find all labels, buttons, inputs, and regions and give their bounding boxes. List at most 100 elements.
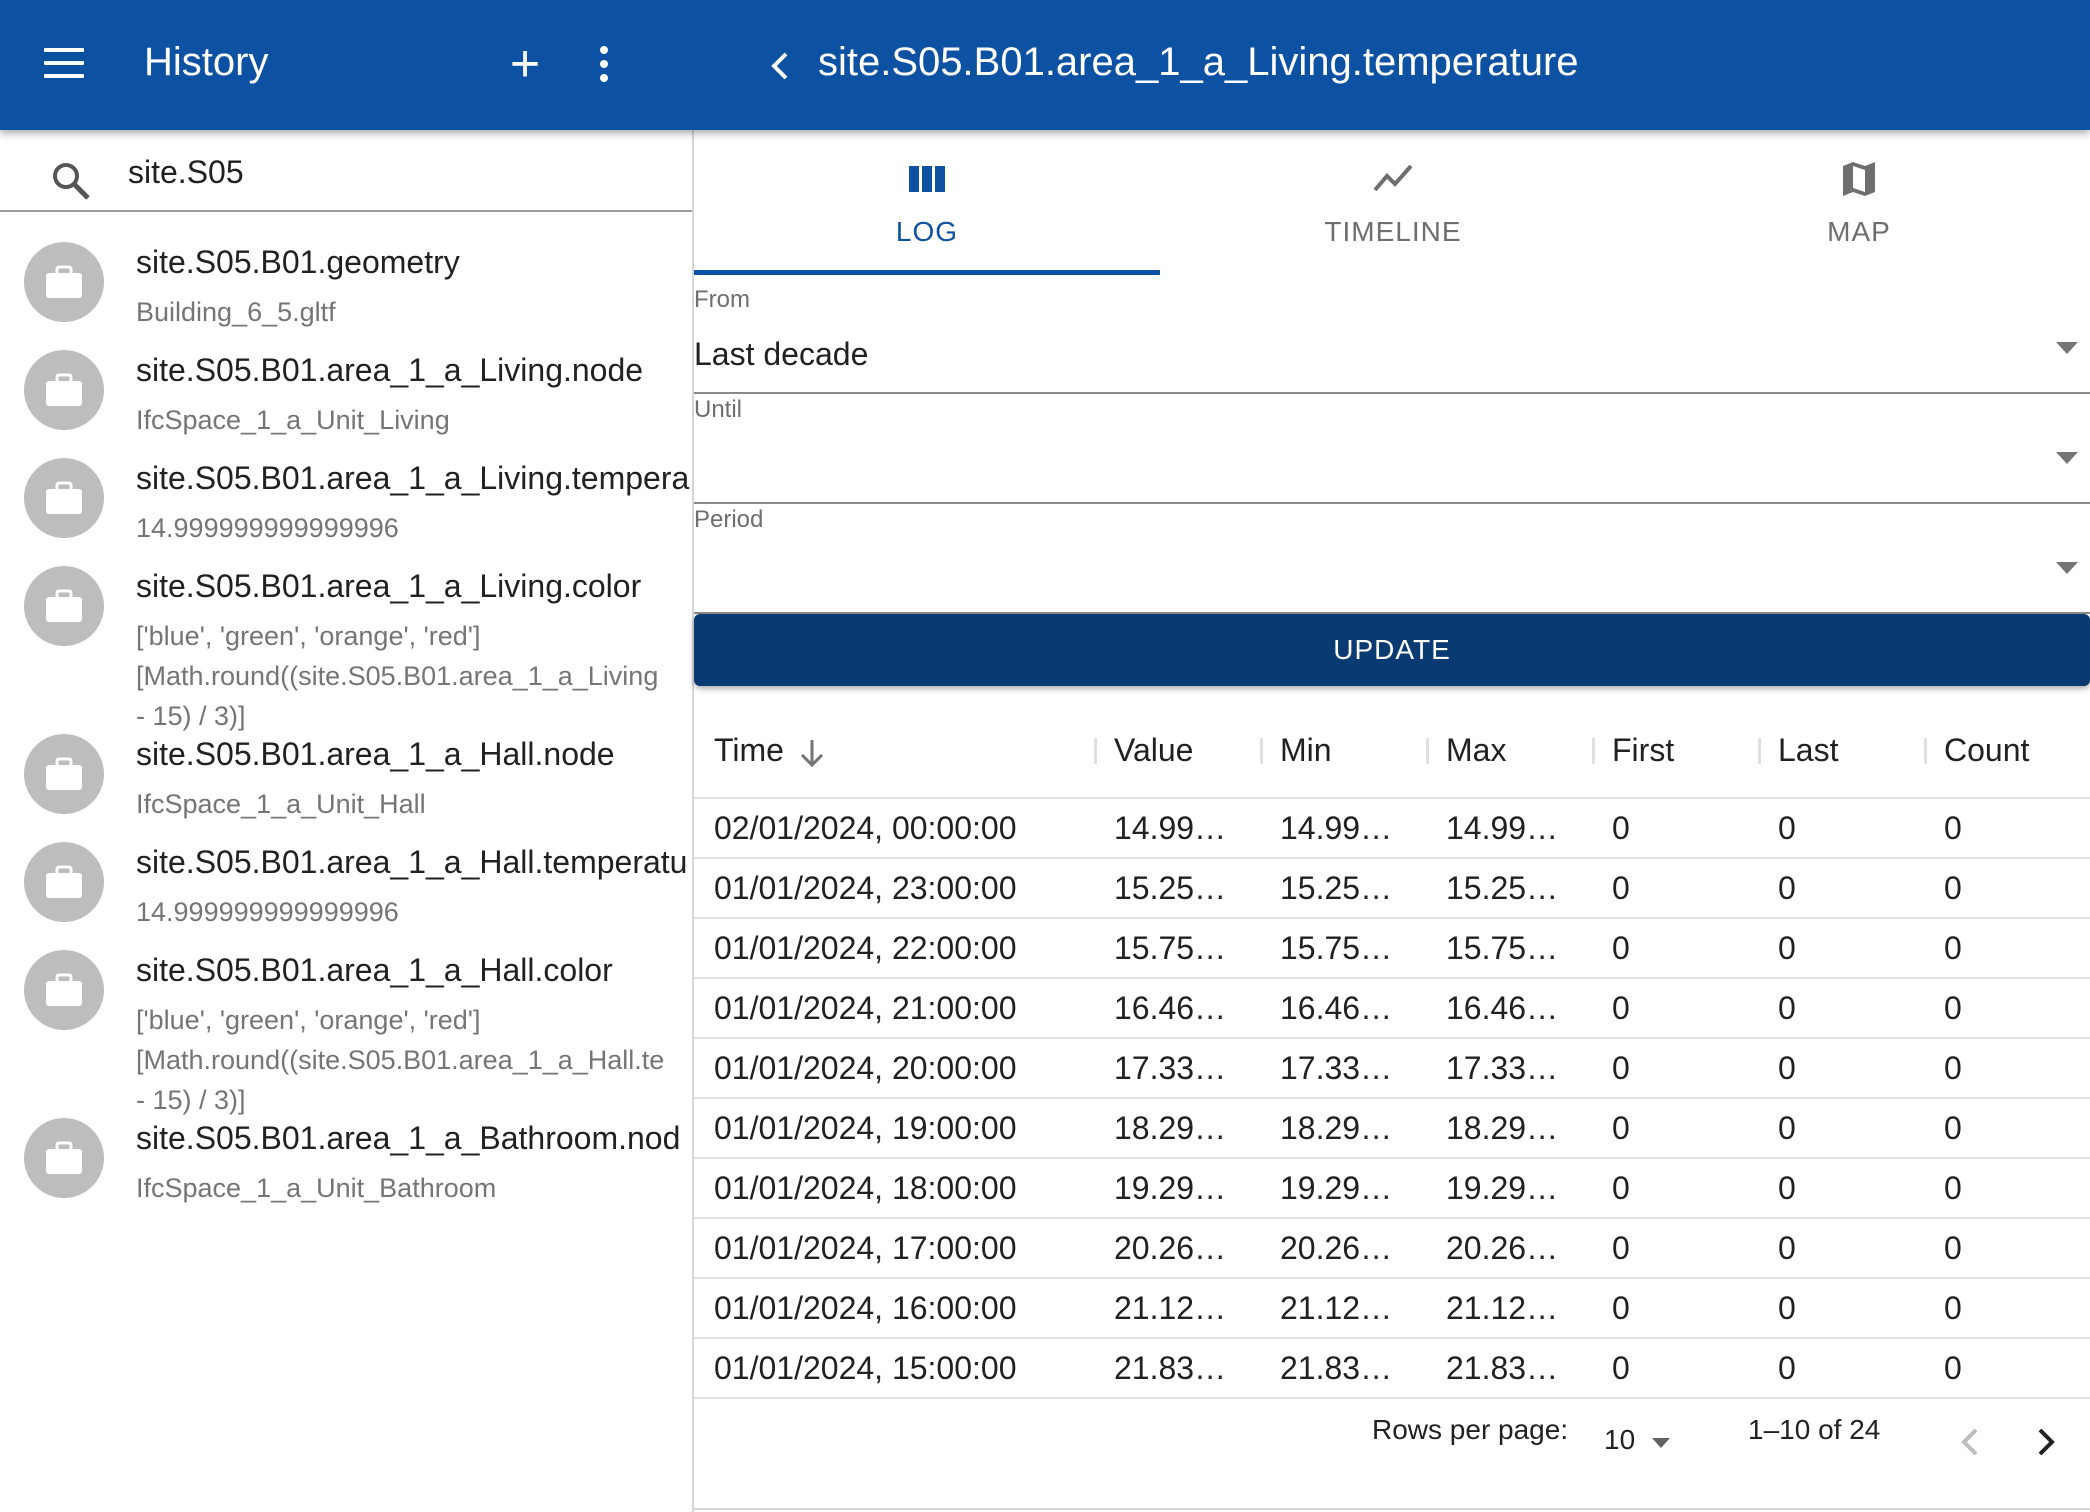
table-row[interactable]: 01/01/2024, 20:00:00 17.33… 17.33… 17.33… 0 0… <box>694 1038 2090 1099</box>
table-cell: 20.26… <box>1426 1218 1592 1279</box>
list-item-subtitle: IfcSpace_1_a_Unit_Bathroom <box>136 1173 497 1203</box>
table-cell: 01/01/2024, 22:00:00 <box>694 918 1094 979</box>
menu-icon[interactable] <box>44 48 84 80</box>
table-row[interactable]: 01/01/2024, 23:00:00 15.25… 15.25… 15.25… 0 0… <box>694 858 2090 919</box>
dropdown-arrow-icon[interactable] <box>1652 1438 1670 1448</box>
column-header-time[interactable]: Time <box>694 704 1094 799</box>
tab-log[interactable]: LOG <box>694 130 1160 276</box>
more-vert-icon[interactable] <box>592 46 616 86</box>
table-cell: 0 <box>1758 1098 1924 1159</box>
column-header-label: Time <box>714 732 784 768</box>
list-item-title: site.S05.B01.area_1_a_Living.node <box>136 352 644 388</box>
table-cell: 14.99… <box>1094 798 1260 859</box>
table-row[interactable]: 01/01/2024, 15:00:00 21.83… 21.83… 21.83… 0 0… <box>694 1338 2090 1399</box>
table-cell: 01/01/2024, 21:00:00 <box>694 978 1094 1039</box>
tab-map[interactable]: MAP <box>1626 130 2090 276</box>
list-item-subtitle: IfcSpace_1_a_Unit_Hall <box>136 789 426 819</box>
column-header-first[interactable]: First <box>1592 704 1758 799</box>
table-cell: 0 <box>1924 1338 2090 1399</box>
table-cell: 21.83… <box>1426 1338 1592 1399</box>
table-row[interactable]: 01/01/2024, 22:00:00 15.75… 15.75… 15.75… 0 0… <box>694 918 2090 979</box>
rows-per-page-select[interactable]: 10 <box>1604 1424 1635 1456</box>
column-separator[interactable] <box>1426 738 1429 764</box>
column-header-max[interactable]: Max <box>1426 704 1592 799</box>
table-cell: 01/01/2024, 23:00:00 <box>694 858 1094 919</box>
list-item-subtitle: Building_6_5.gltf <box>136 297 336 327</box>
table-cell: 19.29… <box>1426 1158 1592 1219</box>
table-cell: 0 <box>1592 1278 1758 1339</box>
table-cell: 19.29… <box>1094 1158 1260 1219</box>
table-cell: 18.29… <box>1426 1098 1592 1159</box>
table-cell: 0 <box>1592 1158 1758 1219</box>
column-header-min[interactable]: Min <box>1260 704 1426 799</box>
pagination-range: 1–10 of 24 <box>1748 1414 1881 1445</box>
table-cell: 0 <box>1924 978 2090 1039</box>
table-row[interactable]: 01/01/2024, 19:00:00 18.29… 18.29… 18.29… 0 0… <box>694 1098 2090 1159</box>
from-value: Last decade <box>694 336 869 372</box>
column-header-label: Last <box>1778 732 1839 768</box>
from-select[interactable]: From Last decade <box>694 284 2090 394</box>
chevron-right-icon[interactable] <box>2028 1422 2064 1462</box>
table-cell: 21.12… <box>1094 1278 1260 1339</box>
list-item-subtitle: 14.999999999999996 <box>136 513 399 543</box>
table-cell: 15.25… <box>1260 858 1426 919</box>
table-cell: 0 <box>1592 1098 1758 1159</box>
table-row[interactable]: 01/01/2024, 17:00:00 20.26… 20.26… 20.26… 0 0… <box>694 1218 2090 1279</box>
column-header-last[interactable]: Last <box>1758 704 1924 799</box>
tab-timeline[interactable]: TIMELINE <box>1160 130 1626 276</box>
table-row[interactable]: 02/01/2024, 00:00:00 14.99… 14.99… 14.99… 0 0… <box>694 798 2090 859</box>
table-cell: 0 <box>1758 918 1924 979</box>
table-cell: 0 <box>1592 978 1758 1039</box>
search-input[interactable] <box>128 150 668 194</box>
column-separator[interactable] <box>1592 738 1595 764</box>
table-cell: 0 <box>1924 1098 2090 1159</box>
column-header-label: Max <box>1446 732 1507 768</box>
list-item[interactable]: site.S05.B01.area_1_a_Hall.color ['blue'… <box>0 938 692 1115</box>
table-row[interactable]: 01/01/2024, 21:00:00 16.46… 16.46… 16.46… 0 0… <box>694 978 2090 1039</box>
history-detail-panel: LOG TIMELINE MAP From Last decade Until … <box>692 130 2090 1512</box>
table-row[interactable]: 01/01/2024, 16:00:00 21.12… 21.12… 21.12… 0 0… <box>694 1278 2090 1339</box>
list-item[interactable]: site.S05.B01.area_1_a_Living.color ['blu… <box>0 554 692 731</box>
arrow-down-icon <box>800 739 823 767</box>
column-separator[interactable] <box>1924 738 1927 764</box>
table-cell: 16.46… <box>1094 978 1260 1039</box>
column-header-count[interactable]: Count <box>1924 704 2090 799</box>
avatar <box>24 458 104 538</box>
table-cell: 18.29… <box>1260 1098 1426 1159</box>
list-item[interactable]: site.S05.B01.area_1_a_Bathroom.nod IfcSp… <box>0 1106 692 1214</box>
column-separator[interactable] <box>1260 738 1263 764</box>
list-item-title: site.S05.B01.area_1_a_Hall.temperatu <box>136 844 688 880</box>
column-separator[interactable] <box>1094 738 1097 764</box>
chevron-left-icon[interactable] <box>760 44 800 88</box>
table-cell: 16.46… <box>1260 978 1426 1039</box>
detail-title: site.S05.B01.area_1_a_Living.temperature <box>818 40 1579 84</box>
list-item[interactable]: site.S05.B01.area_1_a_Hall.temperatu 14.… <box>0 830 692 938</box>
until-label: Until <box>694 396 743 423</box>
until-select[interactable]: Until <box>694 394 2090 504</box>
list-item[interactable]: site.S05.B01.geometry Building_6_5.gltf <box>0 230 692 338</box>
briefcase-icon <box>46 757 82 790</box>
period-select[interactable]: Period <box>694 504 2090 614</box>
table-cell: 15.75… <box>1426 918 1592 979</box>
update-button[interactable]: UPDATE <box>694 614 2090 686</box>
list-item-subtitle: ['blue', 'green', 'orange', 'red'] [Math… <box>136 621 659 731</box>
add-icon[interactable]: + <box>500 36 550 92</box>
timeline-icon <box>1373 158 1413 198</box>
briefcase-icon <box>46 265 82 298</box>
avatar <box>24 1118 104 1198</box>
list-item[interactable]: site.S05.B01.area_1_a_Hall.node IfcSpace… <box>0 722 692 830</box>
table-pagination: Rows per page: 10 1–10 of 24 <box>694 1400 2090 1510</box>
tab-label: TIMELINE <box>1324 216 1462 247</box>
chevron-left-icon[interactable] <box>1952 1422 1988 1462</box>
from-label: From <box>694 286 750 313</box>
table-cell: 0 <box>1758 1278 1924 1339</box>
table-cell: 0 <box>1924 858 2090 919</box>
column-separator[interactable] <box>1758 738 1761 764</box>
table-cell: 15.25… <box>1426 858 1592 919</box>
column-header-value[interactable]: Value <box>1094 704 1260 799</box>
table-cell: 14.99… <box>1260 798 1426 859</box>
list-item[interactable]: site.S05.B01.area_1_a_Living.node IfcSpa… <box>0 338 692 446</box>
table-row[interactable]: 01/01/2024, 18:00:00 19.29… 19.29… 19.29… 0 0… <box>694 1158 2090 1219</box>
list-item[interactable]: site.S05.B01.area_1_a_Living.tempera 14.… <box>0 446 692 554</box>
avatar <box>24 242 104 322</box>
